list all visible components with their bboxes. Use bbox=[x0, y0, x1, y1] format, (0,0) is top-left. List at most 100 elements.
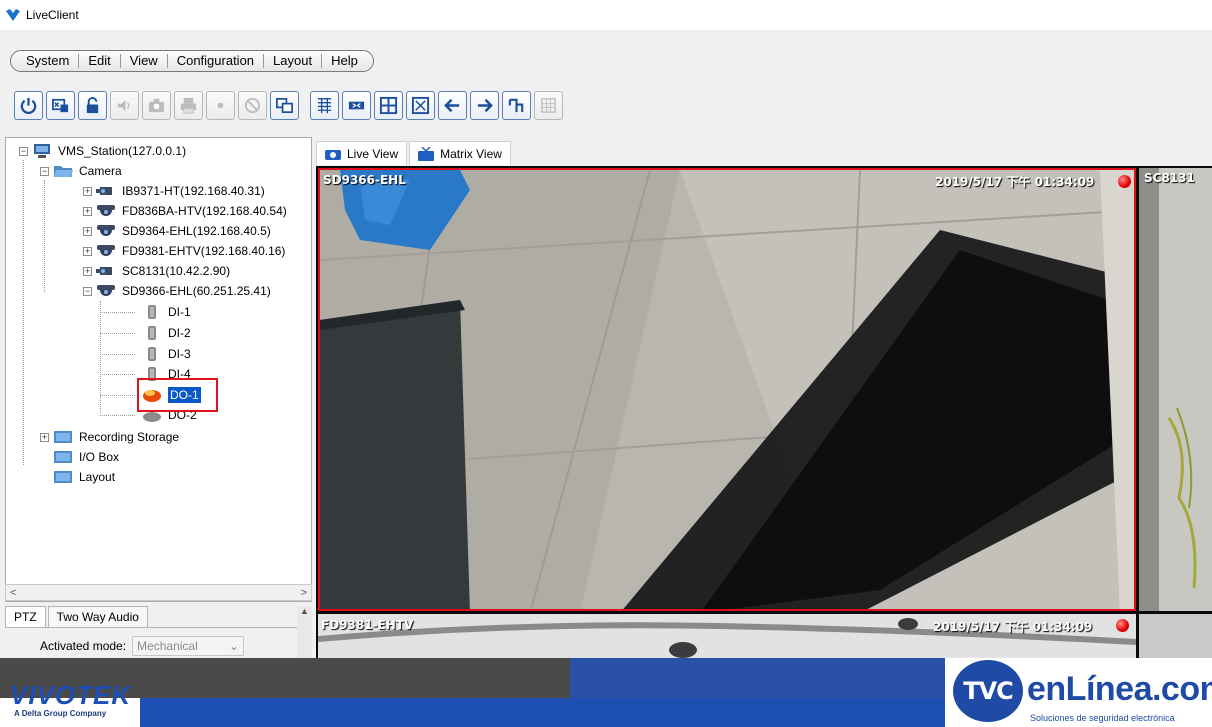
tree-camera-item[interactable]: + SC8131(10.42.2.90) bbox=[83, 261, 230, 281]
tab-two-way-audio[interactable]: Two Way Audio bbox=[47, 606, 148, 627]
main-camera-name: SD9366-EHL bbox=[323, 173, 406, 187]
device-tree: − VMS_Station(127.0.0.1) − Camera + IB93… bbox=[5, 137, 312, 602]
activated-mode-row: Activated mode: Mechanical ⌄ bbox=[5, 628, 312, 656]
tab-live-view[interactable]: Live View bbox=[316, 141, 408, 165]
enlinea-logo: enLínea.com bbox=[1027, 670, 1212, 708]
io-label: DI-2 bbox=[168, 326, 191, 340]
stop-button[interactable] bbox=[238, 90, 267, 120]
fullscreen-button[interactable] bbox=[406, 90, 435, 120]
layout-icon bbox=[53, 470, 73, 484]
collapse-icon[interactable]: − bbox=[83, 286, 92, 296]
tree-io-item[interactable]: DI-3 bbox=[142, 344, 191, 364]
ptz-button[interactable] bbox=[342, 90, 371, 120]
tree-camera-item[interactable]: + FD836BA-HTV(192.168.40.54) bbox=[83, 201, 287, 221]
expand-icon[interactable]: + bbox=[83, 246, 92, 256]
activated-mode-value: Mechanical bbox=[137, 639, 198, 653]
chevron-down-icon: ⌄ bbox=[228, 639, 240, 653]
fullscreen-icon bbox=[411, 96, 430, 114]
digital-input-icon bbox=[142, 347, 162, 361]
camera-snapshot-icon bbox=[148, 98, 165, 112]
activated-mode-label: Activated mode: bbox=[40, 639, 127, 653]
menu-configuration[interactable]: Configuration bbox=[168, 54, 265, 68]
tree-recording-storage[interactable]: + Recording Storage bbox=[40, 427, 179, 447]
toolbar bbox=[14, 89, 566, 121]
io-label: DI-3 bbox=[168, 347, 191, 361]
power-button[interactable] bbox=[14, 90, 43, 120]
unlock-button[interactable] bbox=[78, 90, 107, 120]
menu-edit[interactable]: Edit bbox=[79, 54, 121, 68]
control-panel-tabs: PTZ Two Way Audio bbox=[5, 606, 312, 628]
copy-window-button[interactable] bbox=[270, 90, 299, 120]
main-camera-timestamp: 2019/5/17 下午 01:34:09 bbox=[935, 175, 1095, 189]
bottom-camera-timestamp: 2019/5/17 下午 01:34:09 bbox=[933, 620, 1093, 634]
collapse-icon[interactable]: − bbox=[40, 166, 49, 176]
next-button[interactable] bbox=[470, 90, 499, 120]
branding-footer: VIVOTEK A Delta Group Company TVC enLíne… bbox=[0, 658, 1212, 727]
menu-system[interactable]: System bbox=[17, 54, 80, 68]
video-tile-bottom[interactable]: FD9381-EHTV 2019/5/17 下午 01:34:09 bbox=[318, 614, 1136, 658]
tree-io-item[interactable]: DI-1 bbox=[142, 302, 191, 322]
menu-layout[interactable]: Layout bbox=[264, 54, 323, 68]
collapse-icon[interactable]: − bbox=[19, 146, 28, 156]
record-button[interactable] bbox=[206, 90, 235, 120]
expand-icon[interactable]: + bbox=[83, 266, 92, 276]
grid-disabled-button[interactable] bbox=[534, 90, 563, 120]
expand-icon[interactable]: + bbox=[83, 206, 92, 216]
camera-label: IB9371-HT(192.168.40.31) bbox=[122, 184, 265, 198]
menu-view[interactable]: View bbox=[121, 54, 168, 68]
tree-layout[interactable]: Layout bbox=[53, 467, 115, 487]
record-icon bbox=[217, 102, 224, 108]
grid-small-button[interactable] bbox=[310, 90, 339, 120]
layout-2x2-button[interactable] bbox=[374, 90, 403, 120]
previous-button[interactable] bbox=[438, 90, 467, 120]
io-box-icon bbox=[53, 450, 73, 464]
tree-root-label: VMS_Station(127.0.0.1) bbox=[58, 144, 187, 158]
video-tile-bottom-side[interactable] bbox=[1139, 614, 1212, 658]
tree-camera-item-expanded[interactable]: − SD9366-EHL(60.251.25.41) bbox=[83, 281, 271, 301]
audio-button[interactable] bbox=[110, 90, 139, 120]
arrow-left-icon bbox=[444, 98, 460, 112]
menu-bar: System Edit View Configuration Layout He… bbox=[10, 50, 374, 72]
computer-icon bbox=[32, 144, 52, 158]
menu-help[interactable]: Help bbox=[322, 54, 367, 68]
tree-io-box[interactable]: I/O Box bbox=[53, 447, 119, 467]
window-title: LiveClient bbox=[26, 8, 79, 22]
grid-small-icon bbox=[317, 97, 332, 113]
view-tabs: Live View Matrix View bbox=[316, 140, 513, 166]
patrol-button[interactable] bbox=[502, 90, 531, 120]
tree-horizontal-scrollbar[interactable]: < > bbox=[5, 584, 312, 601]
snapshot-button[interactable] bbox=[142, 90, 171, 120]
expand-icon[interactable]: + bbox=[83, 186, 92, 196]
bottom-camera-name: FD9381-EHTV bbox=[321, 618, 414, 632]
scroll-right-icon[interactable]: > bbox=[301, 587, 307, 599]
tab-live-view-label: Live View bbox=[347, 146, 399, 161]
tree-root[interactable]: − VMS_Station(127.0.0.1) bbox=[19, 141, 186, 161]
camera-feed-image bbox=[320, 170, 1134, 609]
brand-blue-strip bbox=[135, 698, 975, 727]
expand-icon[interactable]: + bbox=[40, 432, 49, 442]
activated-mode-select[interactable]: Mechanical ⌄ bbox=[132, 636, 245, 656]
video-tile-main[interactable]: SD9366-EHL 2019/5/17 下午 01:34:09 bbox=[318, 168, 1136, 611]
tab-ptz[interactable]: PTZ bbox=[5, 606, 46, 627]
tab-matrix-view-label: Matrix View bbox=[440, 146, 502, 161]
scroll-up-icon[interactable]: ▲ bbox=[300, 606, 309, 616]
connect-monitor-button[interactable] bbox=[46, 90, 75, 120]
tree-camera-item[interactable]: + FD9381-EHTV(192.168.40.16) bbox=[83, 241, 285, 261]
tab-matrix-view[interactable]: Matrix View bbox=[409, 141, 511, 165]
app-logo-icon bbox=[6, 9, 20, 21]
tree-camera-item[interactable]: + SD9364-EHL(192.168.40.5) bbox=[83, 221, 271, 241]
control-panel-scrollbar[interactable]: ▲ bbox=[297, 606, 312, 658]
digital-input-icon bbox=[142, 326, 162, 340]
tree-camera-item[interactable]: + IB9371-HT(192.168.40.31) bbox=[83, 181, 265, 201]
print-button[interactable] bbox=[174, 90, 203, 120]
tree-camera-group[interactable]: − Camera bbox=[40, 161, 122, 181]
side-camera-name: SC8131 bbox=[1144, 171, 1195, 185]
digital-input-icon bbox=[142, 305, 162, 319]
video-tile-side[interactable]: SC8131 bbox=[1139, 168, 1212, 611]
expand-icon[interactable]: + bbox=[83, 226, 92, 236]
recording-indicator-icon bbox=[1118, 175, 1131, 188]
arrow-right-icon bbox=[477, 98, 493, 112]
tree-io-item[interactable]: DI-2 bbox=[142, 323, 191, 343]
speaker-icon bbox=[117, 99, 130, 111]
scroll-left-icon[interactable]: < bbox=[10, 587, 16, 599]
